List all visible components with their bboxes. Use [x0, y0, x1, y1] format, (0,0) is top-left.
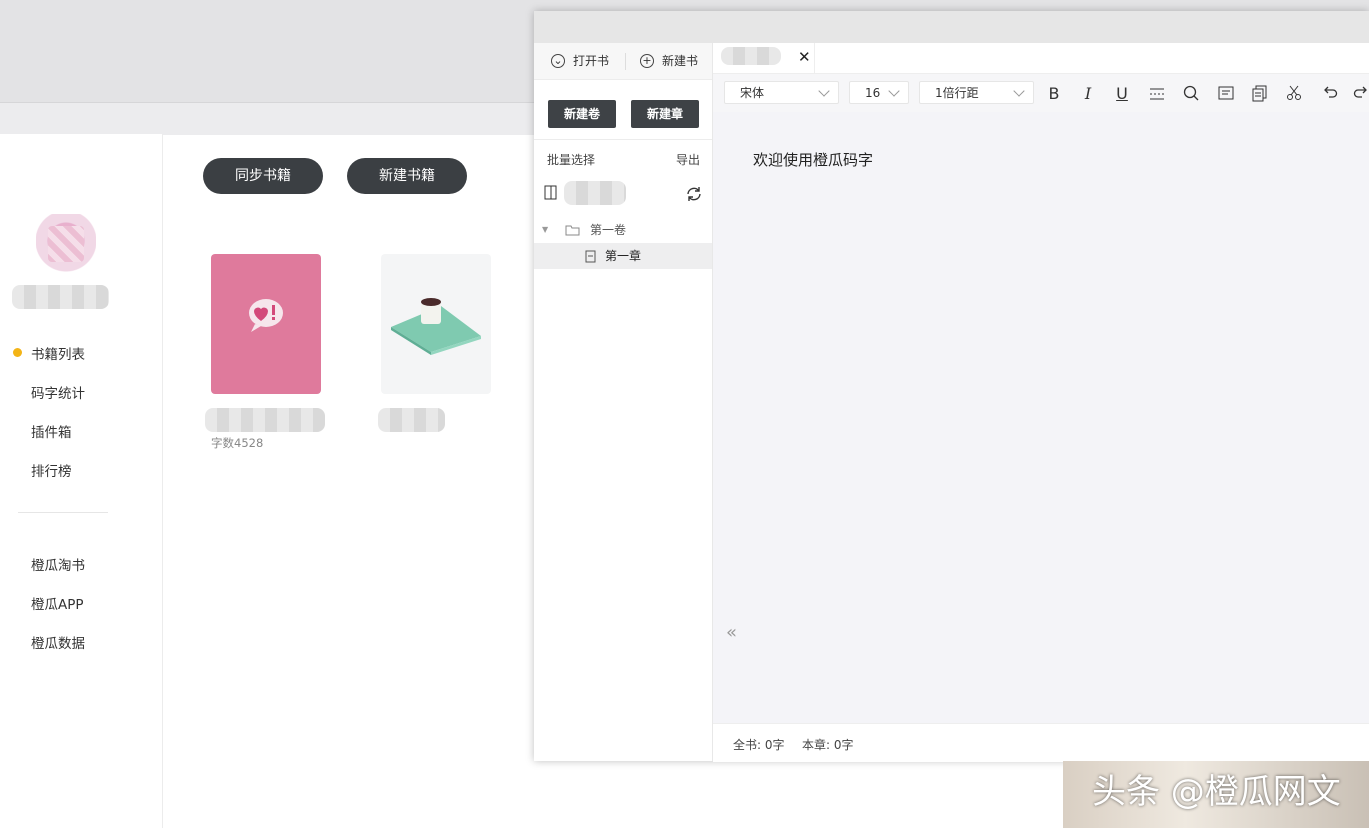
book-cover[interactable] — [381, 254, 491, 394]
open-book-label: 打开书 — [573, 54, 610, 68]
new-chapter-button[interactable]: 新建章 — [631, 100, 699, 128]
divider-icon[interactable] — [1147, 84, 1167, 104]
sidebar-item-ranking[interactable]: 排行榜 — [31, 460, 72, 480]
new-book-tab-button[interactable]: + 新建书 — [640, 43, 698, 79]
italic-icon[interactable]: I — [1078, 84, 1098, 104]
search-icon[interactable] — [1181, 84, 1201, 104]
document-editor[interactable]: 欢迎使用橙瓜码字 « — [713, 112, 1369, 723]
volume-label: 第一卷 — [590, 223, 627, 237]
new-book-label: 新建书 — [662, 54, 699, 68]
font-select[interactable]: 宋体 — [724, 81, 839, 104]
book-coffee-icon — [391, 298, 481, 355]
font-size-value: 16 — [865, 86, 881, 100]
export-link[interactable]: 导出 — [676, 151, 700, 168]
caret-down-icon: ▼ — [542, 225, 549, 234]
sidebar-link-app[interactable]: 橙瓜APP — [31, 593, 84, 613]
sidebar: 书籍列表 码字统计 插件箱 排行榜 橙瓜淘书 橙瓜APP 橙瓜数据 — [0, 134, 163, 828]
document-text[interactable]: 欢迎使用橙瓜码字 — [753, 149, 873, 170]
chapter-tab[interactable]: ✕ — [713, 43, 815, 73]
watermark: 头条 @橙瓜网文 — [1092, 772, 1341, 812]
undo-icon[interactable] — [1319, 84, 1339, 104]
avatar[interactable] — [36, 214, 96, 274]
username-blurred — [12, 285, 109, 309]
sidebar-item-book-list[interactable]: 书籍列表 — [31, 343, 85, 363]
chapter-row[interactable]: 第一章 — [534, 243, 712, 269]
scissors-icon[interactable] — [1284, 84, 1304, 104]
tab-strip: ✕ — [713, 43, 1369, 74]
chapter-label: 第一章 — [605, 249, 642, 263]
sidebar-divider — [18, 512, 108, 513]
font-value: 宋体 — [740, 86, 765, 100]
font-size-select[interactable]: 16 — [849, 81, 909, 104]
plus-circle-icon: + — [640, 53, 654, 68]
status-bar: 全书: 0字 本章: 0字 — [713, 723, 1369, 762]
book-title-blurred — [205, 408, 325, 432]
book-word-count: 字数4528 — [211, 436, 264, 450]
chevron-down-circle-icon: ⌄ — [551, 53, 565, 68]
panel-divider — [534, 139, 712, 140]
sidebar-link-data[interactable]: 橙瓜数据 — [31, 632, 85, 652]
book-name-blurred — [564, 181, 626, 205]
sidebar-link-taoshu[interactable]: 橙瓜淘书 — [31, 554, 85, 574]
folder-icon — [565, 225, 580, 236]
volume-row[interactable]: ▼ 第一卷 — [534, 217, 712, 243]
document-icon — [585, 250, 596, 263]
chapter-panel: ⌄ 打开书 + 新建书 新建卷 新建章 批量选择 导出 ▼ 第一卷 第一章 — [534, 43, 713, 761]
notes-icon[interactable] — [1216, 84, 1236, 104]
editor-titlebar[interactable] — [534, 11, 1369, 43]
refresh-icon[interactable] — [685, 185, 703, 203]
new-volume-button[interactable]: 新建卷 — [548, 100, 616, 128]
open-book-button[interactable]: ⌄ 打开书 — [551, 43, 609, 79]
book-title-blurred — [378, 408, 445, 432]
line-spacing-select[interactable]: 1倍行距 — [919, 81, 1034, 104]
chevron-down-icon — [818, 85, 830, 97]
book-word-total: 全书: 0字 — [733, 738, 785, 752]
heart-speech-bubble-icon — [249, 299, 283, 332]
tab-label-blurred — [721, 47, 781, 65]
bold-icon[interactable]: B — [1044, 84, 1064, 104]
batch-select-link[interactable]: 批量选择 — [547, 151, 595, 168]
copy-icon[interactable] — [1250, 84, 1270, 104]
sidebar-item-plugins[interactable]: 插件箱 — [31, 421, 72, 441]
chevron-down-icon — [888, 85, 900, 97]
sync-books-button[interactable]: 同步书籍 — [203, 158, 323, 194]
chapter-word-total: 本章: 0字 — [802, 738, 854, 752]
sidebar-item-word-stats[interactable]: 码字统计 — [31, 382, 85, 402]
panel-toolbar: ⌄ 打开书 + 新建书 — [534, 43, 712, 80]
line-spacing-value: 1倍行距 — [935, 86, 979, 100]
book-cover[interactable] — [211, 254, 321, 394]
underline-icon[interactable]: U — [1112, 84, 1132, 104]
toolbar-separator — [625, 53, 626, 70]
format-toolbar: 宋体 16 1倍行距 B I U — [713, 74, 1369, 112]
redo-icon[interactable] — [1352, 84, 1369, 104]
active-indicator-dot — [13, 348, 22, 357]
new-book-button[interactable]: 新建书籍 — [347, 158, 467, 194]
panel-toggle-icon[interactable] — [544, 185, 558, 201]
collapse-panel-icon[interactable]: « — [726, 622, 737, 643]
chevron-down-icon — [1013, 85, 1025, 97]
close-icon[interactable]: ✕ — [798, 48, 811, 66]
editor-window: ⌄ 打开书 + 新建书 新建卷 新建章 批量选择 导出 ▼ 第一卷 第一章 ✕ … — [534, 11, 1369, 762]
